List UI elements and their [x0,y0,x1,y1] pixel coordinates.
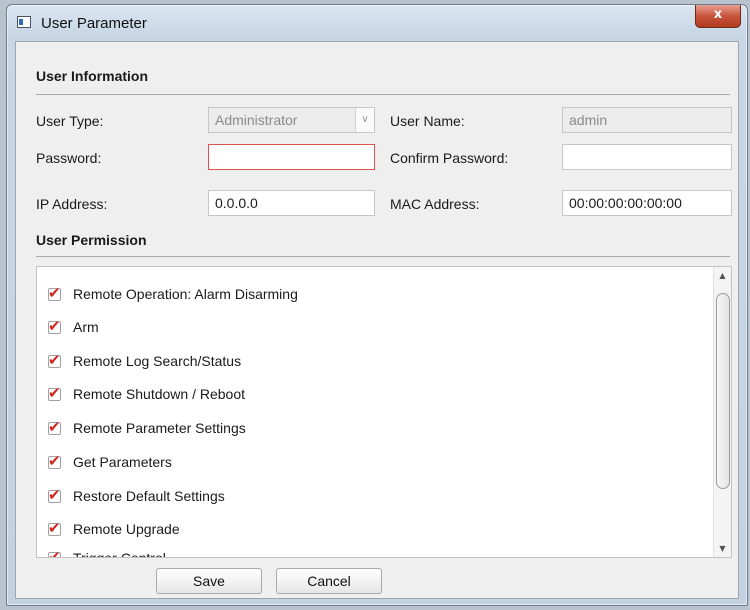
permission-checkbox[interactable]: ✔ [48,351,61,369]
checkmark-icon: ✔ [48,452,61,470]
checkmark-icon: ✔ [48,384,61,402]
permission-checkbox[interactable]: ✔ [48,384,61,402]
scroll-thumb[interactable] [716,293,730,489]
user-permission-heading: User Permission [36,232,147,248]
password-field[interactable] [208,144,375,170]
divider [36,94,730,95]
app-window-icon [17,16,31,28]
ip-address-label: IP Address: [36,196,108,212]
mac-address-label: MAC Address: [390,196,480,212]
permission-list[interactable]: ✔ Remote Operation: Alarm Disarming ✔ Ar… [36,266,732,558]
permission-label: Remote Log Search/Status [73,353,242,369]
permission-checkbox[interactable]: ✔ [48,284,61,302]
checkmark-icon: ✔ [48,317,61,335]
close-icon: x [713,7,723,22]
user-name-label: User Name: [390,113,465,129]
permission-checkbox[interactable]: ✔ [48,486,61,504]
divider [36,256,730,257]
permission-label: Trigger Control [73,550,166,558]
user-information-heading: User Information [36,68,149,84]
user-type-value: Administrator [215,112,298,128]
permission-label: Remote Upgrade [73,521,180,537]
save-button[interactable]: Save [156,568,262,594]
close-button[interactable]: x [695,5,741,28]
permission-checkbox[interactable]: ✔ [48,548,61,557]
ip-address-field[interactable]: 0.0.0.0 [208,190,375,216]
user-type-select[interactable]: Administrator ∨ [208,107,375,133]
checkmark-icon: ✔ [48,486,61,504]
permission-label: Remote Shutdown / Reboot [73,386,245,402]
chevron-down-icon[interactable]: ∨ [355,108,374,132]
checkmark-icon: ✔ [48,519,61,537]
permission-checkbox[interactable]: ✔ [48,452,61,470]
permission-scrollbar[interactable]: ▲ ▼ [713,267,731,557]
user-name-field[interactable]: admin [562,107,732,133]
title-bar[interactable]: User Parameter x [7,5,747,41]
permission-label: Restore Default Settings [73,488,225,504]
permission-checkbox[interactable]: ✔ [48,418,61,436]
user-type-label: User Type: [36,113,104,129]
permission-label: Remote Operation: Alarm Disarming [73,286,298,302]
window-title: User Parameter [41,15,147,32]
user-parameter-dialog: User Parameter x User Information User T… [6,4,748,606]
scroll-up-icon[interactable]: ▲ [714,267,731,284]
permission-label: Arm [73,319,99,335]
dialog-body: User Information User Type: Administrato… [15,41,739,599]
checkmark-icon: ✔ [48,418,61,436]
confirm-password-label: Confirm Password: [390,150,509,166]
scroll-down-icon[interactable]: ▼ [714,540,731,557]
password-label: Password: [36,150,102,166]
checkmark-icon: ✔ [48,548,61,558]
checkmark-icon: ✔ [48,284,61,302]
checkmark-icon: ✔ [48,351,61,369]
cancel-button[interactable]: Cancel [276,568,382,594]
permission-label: Remote Parameter Settings [73,420,246,436]
permission-label: Get Parameters [73,454,172,470]
permission-checkbox[interactable]: ✔ [48,317,61,335]
confirm-password-field[interactable] [562,144,732,170]
permission-checkbox[interactable]: ✔ [48,519,61,537]
mac-address-field[interactable]: 00:00:00:00:00:00 [562,190,732,216]
